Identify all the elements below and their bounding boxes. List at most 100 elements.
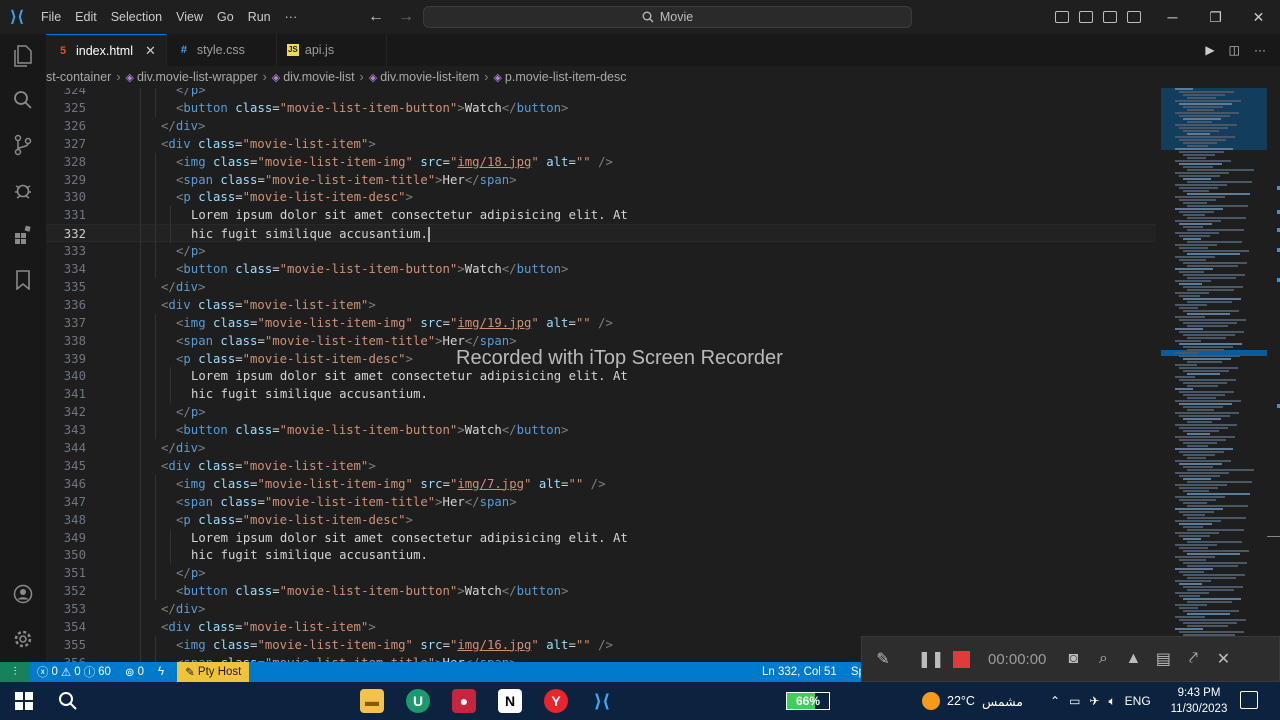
- code-line[interactable]: 340 Lorem ipsum dolor sit amet consectetu…: [46, 367, 1156, 386]
- speaker-icon[interactable]: 🔈︎: [1108, 694, 1115, 709]
- code-line[interactable]: 351 </p>: [46, 564, 1156, 583]
- bookmark-icon[interactable]: [11, 268, 35, 292]
- restore-icon[interactable]: ❐: [1194, 0, 1237, 34]
- menu-run[interactable]: Run: [241, 0, 278, 34]
- code-line[interactable]: 343 <button class="movie-list-item-button…: [46, 421, 1156, 440]
- menu-edit[interactable]: Edit: [68, 0, 104, 34]
- yandex-browser-icon[interactable]: Y: [544, 689, 568, 713]
- vertical-scrollbar[interactable]: [1267, 88, 1280, 662]
- breadcrumb-item[interactable]: div.movie-list-wrapper: [137, 70, 258, 84]
- code-line[interactable]: 348 <p class="movie-list-item-desc">: [46, 510, 1156, 529]
- code-line[interactable]: 328 <img class="movie-list-item-img" src=…: [46, 152, 1156, 171]
- command-center-search[interactable]: Movie: [423, 6, 912, 28]
- breadcrumb-item[interactable]: div.movie-list-item: [380, 70, 479, 84]
- screen-recorder-app-icon[interactable]: ●: [452, 689, 476, 713]
- menu-file[interactable]: File: [34, 0, 68, 34]
- run-icon[interactable]: ▶: [1205, 43, 1214, 57]
- menu-more[interactable]: ···: [278, 0, 305, 34]
- menu-selection[interactable]: Selection: [104, 0, 169, 34]
- menu-view[interactable]: View: [169, 0, 210, 34]
- code-line[interactable]: 352 <button class="movie-list-item-button…: [46, 582, 1156, 601]
- code-line[interactable]: 327 <div class="movie-list-item">: [46, 134, 1156, 153]
- breadcrumb-item[interactable]: div.movie-list: [283, 70, 354, 84]
- camera-icon[interactable]: ◙: [1058, 644, 1088, 674]
- code-line[interactable]: 337 <img class="movie-list-item-img" src=…: [46, 313, 1156, 332]
- zoom-icon[interactable]: ⌕: [1088, 644, 1118, 674]
- explorer-icon[interactable]: [11, 44, 35, 68]
- code-line[interactable]: 331 Lorem ipsum dolor sit amet consectetu…: [46, 206, 1156, 225]
- back-arrow-icon[interactable]: ←: [368, 8, 384, 26]
- subtitles-icon[interactable]: ▤: [1148, 644, 1178, 674]
- tab-api-js[interactable]: JS api.js: [277, 34, 387, 66]
- split-editor-icon[interactable]: ◫: [1229, 43, 1240, 57]
- code-line[interactable]: 345 <div class="movie-list-item">: [46, 456, 1156, 475]
- remote-indicator-icon[interactable]: ⫶: [0, 662, 30, 682]
- code-line[interactable]: 354 <div class="movie-list-item">: [46, 618, 1156, 636]
- code-line[interactable]: 349 Lorem ipsum dolor sit amet consectetu…: [46, 528, 1156, 547]
- account-icon[interactable]: [11, 582, 35, 606]
- code-line[interactable]: 326 </div>: [46, 116, 1156, 135]
- code-line[interactable]: 325 <button class="movie-list-item-button…: [46, 98, 1156, 117]
- search-icon[interactable]: [11, 88, 35, 112]
- battery-tray-icon[interactable]: ▭: [1069, 694, 1080, 708]
- airplane-icon[interactable]: ✈: [1089, 694, 1099, 708]
- code-line[interactable]: 346 <img class="movie-list-item-img" src=…: [46, 474, 1156, 493]
- code-line[interactable]: 344 </div>: [46, 439, 1156, 457]
- code-line[interactable]: 333 </p>: [46, 242, 1156, 261]
- code-line[interactable]: 336 <div class="movie-list-item">: [46, 295, 1156, 314]
- notification-icon[interactable]: [1240, 691, 1258, 709]
- code-line[interactable]: 330 <p class="movie-list-item-desc">: [46, 188, 1156, 207]
- stop-record-button[interactable]: [946, 644, 976, 674]
- problems-indicator[interactable]: ⓧ 0 ⚠ 0 ⓘ 60: [30, 664, 118, 680]
- minimap[interactable]: [1161, 88, 1267, 662]
- cursor-position[interactable]: Ln 332, Col 51: [762, 666, 837, 678]
- code-line[interactable]: 341 hic fugit similique accusantium.: [46, 385, 1156, 404]
- close-window-icon[interactable]: ✕: [1237, 0, 1280, 34]
- taskbar-search-icon[interactable]: [56, 689, 80, 713]
- code-line[interactable]: 350 hic fugit similique accusantium.: [46, 546, 1156, 565]
- forward-arrow-icon[interactable]: →: [398, 8, 414, 26]
- breadcrumb-item[interactable]: st-container: [46, 70, 111, 84]
- code-line[interactable]: 353 </div>: [46, 600, 1156, 619]
- close-recorder-icon[interactable]: ✕: [1208, 644, 1238, 674]
- pty-host-badge[interactable]: ✎ Pty Host: [177, 662, 250, 682]
- extensions-icon[interactable]: [11, 223, 35, 247]
- file-explorer-icon[interactable]: ▬: [360, 689, 384, 713]
- ports-indicator[interactable]: ⊚ 0: [118, 665, 151, 679]
- breadcrumb-item[interactable]: p.movie-list-item-desc: [505, 70, 627, 84]
- toggle-panel-icon[interactable]: [1079, 11, 1093, 23]
- tab-index-html[interactable]: 5 index.html ✕: [46, 34, 167, 66]
- minimize-icon[interactable]: ─: [1151, 0, 1194, 34]
- language-indicator[interactable]: ENG: [1125, 694, 1151, 708]
- lightning-icon[interactable]: ϟ: [151, 666, 171, 678]
- volume-icon[interactable]: ▲: [1118, 644, 1148, 674]
- weather-widget[interactable]: 22°C مشمس: [922, 682, 1023, 720]
- windows-start-icon[interactable]: [12, 689, 36, 713]
- run-debug-icon[interactable]: [11, 178, 35, 202]
- pause-icon[interactable]: ❚❚: [916, 644, 946, 674]
- vscode-taskbar-icon[interactable]: ⟩⟨: [590, 689, 614, 713]
- source-control-icon[interactable]: [11, 133, 35, 157]
- upwork-icon[interactable]: U: [406, 689, 430, 713]
- edit-icon[interactable]: ⤤: [1178, 644, 1208, 674]
- menu-go[interactable]: Go: [210, 0, 241, 34]
- settings-gear-icon[interactable]: [11, 627, 35, 651]
- code-line[interactable]: 334 <button class="movie-list-item-button…: [46, 260, 1156, 278]
- code-line[interactable]: 329 <span class="movie-list-item-title">H…: [46, 170, 1156, 189]
- code-line[interactable]: 347 <span class="movie-list-item-title">H…: [46, 492, 1156, 511]
- code-line[interactable]: 332 hic fugit similique accusantium.: [46, 224, 1156, 244]
- code-line[interactable]: 335 </div>: [46, 277, 1156, 296]
- notion-icon[interactable]: N: [498, 689, 522, 713]
- chevron-up-icon[interactable]: ⌃: [1050, 694, 1060, 708]
- tab-style-css[interactable]: # style.css: [167, 34, 277, 66]
- toggle-secondary-sidebar-icon[interactable]: [1103, 11, 1117, 23]
- code-line[interactable]: 342 </p>: [46, 403, 1156, 422]
- close-tab-icon[interactable]: ✕: [145, 43, 156, 59]
- clock[interactable]: 9:43 PM 11/30/2023: [1170, 685, 1228, 717]
- code-editor[interactable]: 324 </p> 325 <button class="movie-list-item…: [46, 88, 1161, 662]
- more-actions-icon[interactable]: ···: [1254, 43, 1266, 57]
- code-line[interactable]: 324 </p>: [46, 88, 1156, 99]
- pen-icon[interactable]: ✎: [868, 644, 898, 674]
- toggle-sidebar-icon[interactable]: [1055, 11, 1069, 23]
- customize-layout-icon[interactable]: [1127, 11, 1141, 23]
